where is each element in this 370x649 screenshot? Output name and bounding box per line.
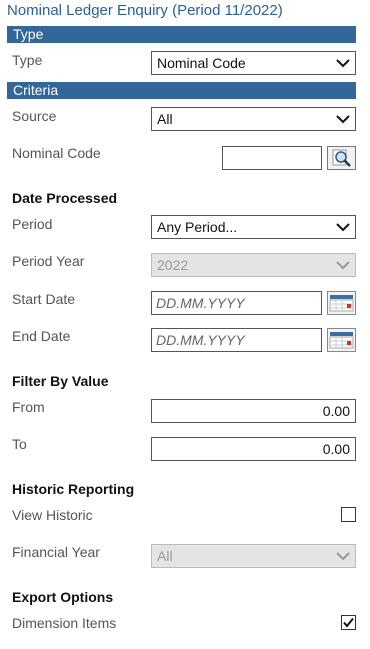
nominal-code-label: Nominal Code bbox=[12, 145, 101, 161]
view-historic-label: View Historic bbox=[12, 507, 93, 523]
to-label: To bbox=[12, 436, 27, 452]
source-select[interactable]: All bbox=[151, 107, 356, 131]
source-label: Source bbox=[12, 108, 57, 124]
type-label: Type bbox=[12, 52, 43, 68]
view-historic-checkbox[interactable] bbox=[341, 507, 356, 522]
type-select[interactable]: Nominal Code bbox=[151, 51, 356, 75]
to-value: 0.00 bbox=[322, 441, 350, 457]
chevron-down-icon bbox=[336, 115, 350, 124]
chevron-down-icon bbox=[336, 552, 350, 561]
end-date-label: End Date bbox=[12, 328, 71, 344]
period-year-select: 2022 bbox=[151, 253, 356, 277]
page-title: Nominal Ledger Enquiry (Period 11/2022) bbox=[7, 2, 283, 19]
period-select[interactable]: Any Period... bbox=[151, 215, 356, 239]
start-date-placeholder: DD.MM.YYYY bbox=[156, 295, 245, 311]
period-year-label: Period Year bbox=[12, 253, 85, 269]
chevron-down-icon bbox=[336, 223, 350, 232]
export-options-heading: Export Options bbox=[12, 589, 114, 605]
nominal-code-input[interactable] bbox=[222, 146, 322, 170]
date-processed-heading: Date Processed bbox=[12, 190, 118, 206]
section-band-criteria: Criteria bbox=[7, 82, 356, 99]
historic-reporting-heading: Historic Reporting bbox=[12, 481, 135, 497]
dimension-items-checkbox[interactable] bbox=[341, 615, 356, 630]
period-year-value: 2022 bbox=[157, 257, 189, 273]
dimension-items-label: Dimension Items bbox=[12, 615, 117, 631]
financial-year-select: All bbox=[151, 544, 356, 568]
section-band-type: Type bbox=[7, 26, 356, 43]
period-label: Period bbox=[12, 216, 53, 232]
from-value-input[interactable]: 0.00 bbox=[151, 399, 356, 423]
financial-year-value: All bbox=[157, 548, 173, 564]
filter-by-value-heading: Filter By Value bbox=[12, 373, 109, 389]
end-date-picker-button[interactable] bbox=[327, 328, 356, 352]
start-date-input[interactable]: DD.MM.YYYY bbox=[151, 291, 322, 315]
financial-year-label: Financial Year bbox=[12, 544, 100, 560]
end-date-placeholder: DD.MM.YYYY bbox=[156, 332, 245, 348]
from-value: 0.00 bbox=[322, 403, 350, 419]
from-label: From bbox=[12, 399, 45, 415]
end-date-input[interactable]: DD.MM.YYYY bbox=[151, 328, 322, 352]
nominal-lookup-button[interactable] bbox=[327, 146, 356, 170]
chevron-down-icon bbox=[336, 59, 350, 68]
calendar-icon bbox=[327, 328, 356, 352]
type-select-value: Nominal Code bbox=[157, 55, 246, 71]
chevron-down-icon bbox=[336, 261, 350, 270]
source-select-value: All bbox=[157, 111, 173, 127]
period-select-value: Any Period... bbox=[157, 219, 238, 235]
calendar-icon bbox=[327, 291, 356, 315]
start-date-picker-button[interactable] bbox=[327, 291, 356, 315]
checkmark-icon bbox=[343, 617, 354, 628]
to-value-input[interactable]: 0.00 bbox=[151, 437, 356, 461]
start-date-label: Start Date bbox=[12, 291, 76, 307]
magnifier-search-icon bbox=[327, 146, 356, 170]
